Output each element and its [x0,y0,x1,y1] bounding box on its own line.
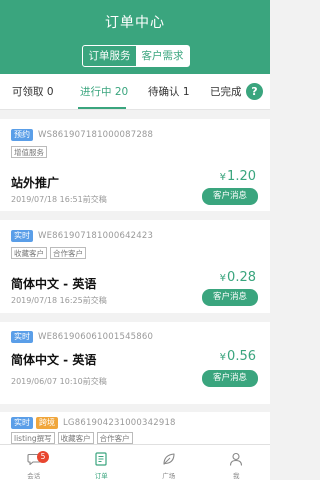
order-tag: 增值服务 [11,146,47,158]
order-type-badge: 实时 [11,417,33,429]
tab-completed[interactable]: 已完成 [210,74,242,110]
order-deadline: 2019/07/18 16:25前交稿 [11,296,107,305]
order-type-badge: 实时 [11,331,33,343]
order-price: ¥0.28 [220,270,256,285]
order-deadline: 2019/06/07 10:10前交稿 [11,377,107,386]
tab-pending-confirm[interactable]: 待确认 1 [148,74,190,110]
order-number: LG861904231000342918 [63,418,176,428]
order-card[interactable]: 实时 WE861907181000642423 收藏客户 合作客户 简体中文 -… [0,220,270,313]
order-title: 站外推广 [11,176,60,190]
status-tabs: 可领取 0 进行中 20 待确认 1 已完成 ? [0,74,270,110]
order-title: 简体中文 - 英语 [11,353,97,367]
tabbar-item-square[interactable]: 广场 [135,445,203,480]
order-deadline: 2019/07/18 16:51前交稿 [11,195,107,204]
segment-customer-demand[interactable]: 客户需求 [136,46,189,66]
tabbar-label: 广场 [162,472,176,480]
tabbar-label: 订单 [94,472,108,480]
order-tag: 合作客户 [96,432,133,444]
order-tag: listing撰写 [11,432,55,444]
app-header: 订单中心 订单服务 客户需求 [0,0,270,74]
order-tag: 合作客户 [50,247,86,259]
order-card[interactable]: 实时 WE861906061001545860 简体中文 - 英语 2019/0… [0,322,270,404]
tab-in-progress[interactable]: 进行中 20 [80,74,128,110]
order-number: WS861907181000087288 [38,130,154,140]
tabbar-label: 我 [233,472,240,480]
help-icon[interactable]: ? [246,83,263,100]
order-number: WE861907181000642423 [38,231,154,241]
active-tab-indicator [78,107,126,109]
order-document-icon [95,452,107,466]
customer-message-button[interactable]: 客户消息 [202,289,258,306]
order-type-badge: 实时 [11,230,33,242]
person-icon [230,452,243,466]
currency-symbol: ¥ [219,172,227,183]
customer-message-button[interactable]: 客户消息 [202,188,258,205]
order-price: ¥1.20 [220,169,256,184]
order-type-badge: 跨境 [36,417,58,429]
tabbar-label: 会话 [27,472,41,480]
order-type-badge: 预约 [11,129,33,141]
order-title: 简体中文 - 英语 [11,277,97,291]
page-title: 订单中心 [105,15,165,31]
tab-claimable[interactable]: 可领取 0 [12,74,54,110]
order-number: WE861906061001545860 [38,332,154,342]
segment-control: 订单服务 客户需求 [82,45,190,67]
price-value: 1.20 [227,169,256,184]
order-card[interactable]: 预约 WS861907181000087288 增值服务 站外推广 2019/0… [0,119,270,211]
price-value: 0.28 [227,270,256,285]
order-tag: 收藏客户 [11,247,47,259]
tabbar-item-chat[interactable]: 5 会话 [0,445,68,480]
customer-message-button[interactable]: 客户消息 [202,370,258,387]
unread-count-badge: 5 [37,451,49,463]
bottom-tab-bar: 5 会话 订单 广场 我 [0,444,270,480]
price-value: 0.56 [227,349,256,364]
tabbar-item-me[interactable]: 我 [203,445,271,480]
currency-symbol: ¥ [219,273,227,284]
currency-symbol: ¥ [219,352,227,363]
segment-order-service[interactable]: 订单服务 [83,46,136,66]
tabbar-item-orders[interactable]: 订单 [68,445,136,480]
order-price: ¥0.56 [220,349,256,364]
leaf-icon [163,453,175,465]
order-tag: 收藏客户 [57,432,94,444]
